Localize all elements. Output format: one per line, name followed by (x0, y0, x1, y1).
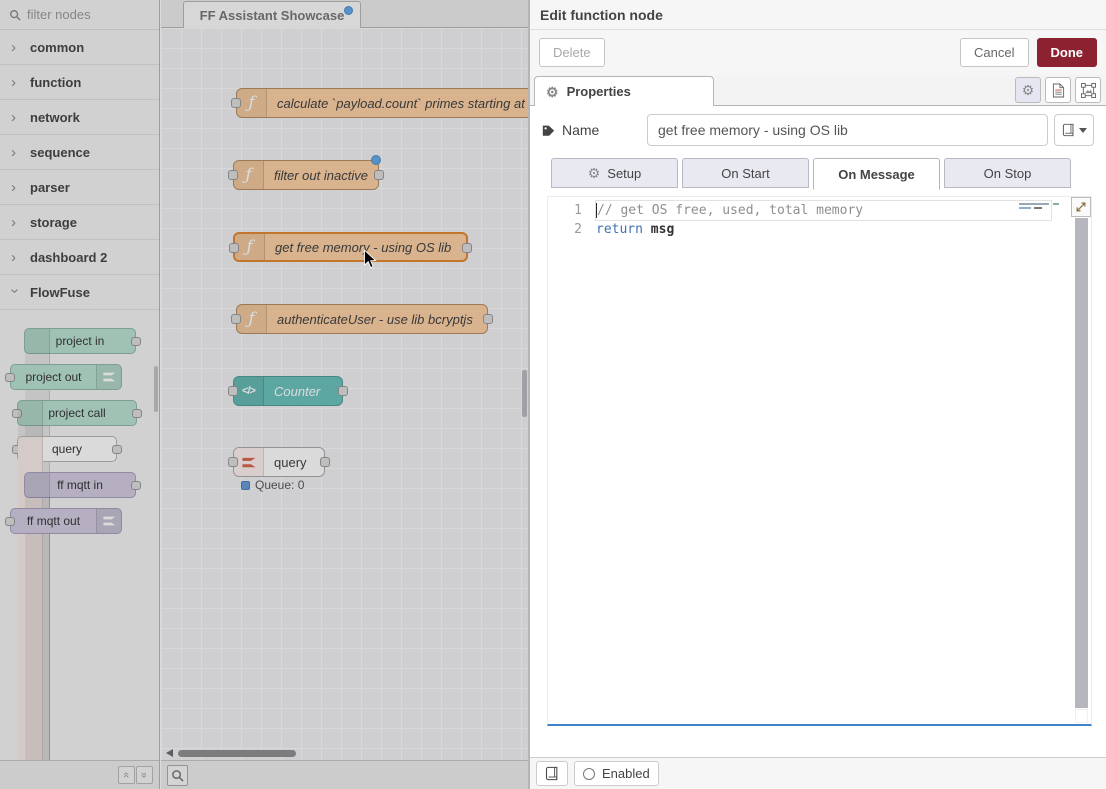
tab-setup[interactable]: ⚙ Setup (551, 158, 678, 188)
line-number: 1 (548, 203, 596, 218)
function-tabs: ⚙ Setup On Start On Message On Stop (551, 158, 1075, 190)
panel-tab-row: ⚙ Properties ⚙ (530, 75, 1106, 106)
tag-icon (542, 124, 555, 137)
code-editor[interactable]: 1 // get OS free, used, total memory 2 r… (547, 196, 1092, 726)
edit-node-panel: Edit function node Delete Cancel Done ⚙ … (528, 0, 1106, 789)
enabled-label: Enabled (602, 766, 650, 781)
editor-minimap (1019, 202, 1067, 212)
book-icon (545, 766, 559, 781)
tab-label: On Message (838, 167, 915, 182)
book-icon (1062, 123, 1075, 137)
gear-icon: ⚙ (546, 85, 559, 99)
name-label-group: Name (542, 122, 647, 138)
code-line-content[interactable]: // get OS free, used, total memory (596, 201, 1051, 220)
node-description-button[interactable] (1045, 77, 1071, 103)
name-row: Name (542, 114, 1094, 146)
cancel-button[interactable]: Cancel (960, 38, 1028, 67)
node-appearance-button[interactable] (1075, 77, 1101, 103)
circle-icon (583, 768, 595, 780)
code-line-content[interactable]: return msg (596, 220, 1091, 239)
tab-label: On Start (721, 166, 769, 181)
enabled-toggle-button[interactable]: Enabled (574, 761, 659, 786)
editor-expand-button[interactable] (1071, 197, 1091, 217)
document-icon (1052, 83, 1065, 98)
expand-icon (1075, 201, 1087, 213)
code-line-1[interactable]: 1 // get OS free, used, total memory (548, 201, 1091, 220)
modal-dim-overlay (0, 0, 528, 789)
workspace-region: › common › function › network › sequence… (0, 0, 528, 789)
properties-tab[interactable]: ⚙ Properties (534, 76, 714, 106)
footer-library-button[interactable] (536, 761, 568, 786)
node-properties-button[interactable]: ⚙ (1015, 77, 1041, 103)
appearance-icon (1081, 83, 1096, 98)
node-red-editor: › common › function › network › sequence… (0, 0, 1106, 789)
done-button[interactable]: Done (1037, 38, 1098, 67)
delete-button[interactable]: Delete (539, 38, 605, 67)
panel-button-row: Delete Cancel Done (530, 30, 1106, 75)
line-number: 2 (548, 222, 596, 237)
caret-down-icon (1079, 128, 1087, 133)
properties-tab-label: Properties (567, 84, 631, 99)
panel-content: Name ⚙ Setup On Start On Message (530, 106, 1106, 757)
code-line-2[interactable]: 2 return msg (548, 220, 1091, 239)
tab-label: On Stop (984, 166, 1032, 181)
code-text: msg (643, 222, 674, 237)
editor-scrollbar-corner (1075, 709, 1088, 723)
gear-icon: ⚙ (588, 166, 601, 180)
code-comment: // get OS free, used, total memory (597, 203, 863, 218)
tab-on-message[interactable]: On Message (813, 158, 940, 190)
panel-footer: Enabled (530, 757, 1106, 789)
tab-on-start[interactable]: On Start (682, 158, 809, 188)
mouse-cursor (363, 249, 377, 269)
name-label: Name (562, 122, 599, 138)
panel-title: Edit function node (530, 0, 1106, 30)
panel-icon-buttons: ⚙ (1015, 77, 1101, 103)
tab-label: Setup (607, 166, 641, 181)
tab-on-stop[interactable]: On Stop (944, 158, 1071, 188)
library-button[interactable] (1054, 114, 1094, 146)
code-keyword: return (596, 222, 643, 237)
editor-scrollbar[interactable] (1075, 218, 1088, 708)
name-input[interactable] (647, 114, 1048, 146)
gear-icon: ⚙ (1022, 83, 1035, 97)
